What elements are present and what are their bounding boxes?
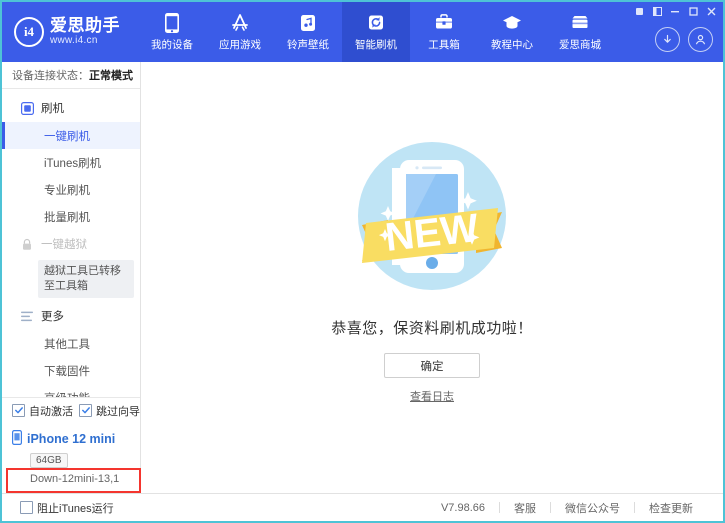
block-itunes-checkbox[interactable]: 阻止iTunes运行 bbox=[20, 500, 114, 516]
checkbox-label: 自动激活 bbox=[29, 403, 73, 419]
music-icon bbox=[298, 12, 318, 34]
sidebar-item-label: 高级功能 bbox=[44, 390, 90, 398]
checkbox-label: 跳过向导 bbox=[96, 403, 140, 419]
device-capacity-badge: 64GB bbox=[30, 453, 68, 468]
phone-icon bbox=[164, 12, 180, 34]
checkbox-box bbox=[12, 404, 25, 417]
checkbox-label: 阻止iTunes运行 bbox=[37, 500, 114, 516]
brand-url: www.i4.cn bbox=[50, 36, 120, 47]
toolbox-icon bbox=[433, 12, 455, 34]
sidebar-group-label: 一键越狱 bbox=[41, 236, 87, 252]
wechat-official-link[interactable]: 微信公众号 bbox=[551, 500, 634, 516]
sidebar-item-advanced-features[interactable]: 高级功能 bbox=[2, 384, 140, 397]
main-nav: 我的设备 应用游戏 bbox=[138, 2, 614, 62]
nav-label: 我的设备 bbox=[151, 37, 193, 52]
nav-item-toolbox[interactable]: 工具箱 bbox=[410, 2, 478, 62]
app-window: i4 爱思助手 www.i4.cn 我的设备 bbox=[0, 0, 725, 523]
nav-item-ringtones-wallpaper[interactable]: 铃声壁纸 bbox=[274, 2, 342, 62]
check-update-link[interactable]: 检查更新 bbox=[635, 500, 707, 516]
nav-item-tutorial-center[interactable]: 教程中心 bbox=[478, 2, 546, 62]
nav-item-smart-flash[interactable]: 智能刷机 bbox=[342, 2, 410, 62]
sidebar-group-more[interactable]: 更多 bbox=[2, 302, 140, 330]
nav-label: 智能刷机 bbox=[355, 37, 397, 52]
refresh-icon bbox=[366, 12, 386, 34]
close-icon[interactable] bbox=[703, 4, 719, 18]
sidebar-nav: 刷机 一键刷机 iTunes刷机 专业刷机 批量刷机 bbox=[2, 89, 140, 397]
flash-icon bbox=[20, 102, 34, 115]
flash-options-row: 自动激活 跳过向导 bbox=[2, 397, 140, 423]
skip-wizard-checkbox[interactable]: 跳过向导 bbox=[79, 403, 140, 419]
menu-icon[interactable] bbox=[649, 4, 665, 18]
phone-small-icon bbox=[12, 430, 22, 448]
device-status-value: 正常模式 bbox=[89, 67, 133, 83]
auto-activate-checkbox[interactable]: 自动激活 bbox=[12, 403, 73, 419]
i4-logo-icon: i4 bbox=[14, 17, 44, 47]
shop-icon bbox=[569, 12, 591, 34]
nav-label: 铃声壁纸 bbox=[287, 37, 329, 52]
sidebar-group-label: 刷机 bbox=[41, 100, 64, 116]
sidebar-item-label: iTunes刷机 bbox=[44, 155, 101, 171]
maximize-icon[interactable] bbox=[685, 4, 701, 18]
confirm-button[interactable]: 确定 bbox=[384, 353, 480, 378]
download-circle-icon[interactable] bbox=[655, 27, 680, 52]
nav-label: 教程中心 bbox=[491, 37, 533, 52]
nav-item-my-device[interactable]: 我的设备 bbox=[138, 2, 206, 62]
nav-label: 爱思商城 bbox=[559, 37, 601, 52]
status-bar: 阻止iTunes运行 V7.98.66 客服 微信公众号 检查更新 bbox=[2, 493, 723, 521]
device-status-label: 设备连接状态： bbox=[12, 67, 89, 83]
sidebar-item-label: 一键刷机 bbox=[44, 128, 90, 144]
brand-name: 爱思助手 bbox=[50, 17, 120, 35]
sidebar-item-label: 下载固件 bbox=[44, 363, 90, 379]
appstore-icon bbox=[229, 12, 251, 34]
nav-item-i4-store[interactable]: 爱思商城 bbox=[546, 2, 614, 62]
sidebar-item-label: 其他工具 bbox=[44, 336, 90, 352]
sidebar-group-label: 更多 bbox=[41, 308, 64, 324]
checkbox-box bbox=[20, 501, 33, 514]
jailbreak-moved-tooltip: 越狱工具已转移至工具箱 bbox=[38, 260, 134, 298]
sidebar-item-label: 专业刷机 bbox=[44, 182, 90, 198]
nav-label: 工具箱 bbox=[428, 37, 460, 52]
device-name: iPhone 12 mini bbox=[27, 432, 115, 446]
skin-icon[interactable] bbox=[631, 4, 647, 18]
view-log-link[interactable]: 查看日志 bbox=[410, 388, 454, 404]
success-message: 恭喜您，保资料刷机成功啦！ bbox=[331, 317, 533, 338]
list-icon bbox=[20, 311, 34, 322]
nav-label: 应用游戏 bbox=[219, 37, 261, 52]
graduation-icon bbox=[501, 12, 523, 34]
device-connection-status: 设备连接状态：正常模式 bbox=[2, 62, 140, 89]
app-header: i4 爱思助手 www.i4.cn 我的设备 bbox=[2, 2, 723, 62]
connected-device-info[interactable]: iPhone 12 mini 64GB Down-12mini-13,1 bbox=[2, 423, 140, 493]
sidebar-item-download-firmware[interactable]: 下载固件 bbox=[2, 357, 140, 384]
customer-service-link[interactable]: 客服 bbox=[500, 500, 550, 516]
user-circle-icon[interactable] bbox=[688, 27, 713, 52]
checkbox-box bbox=[79, 404, 92, 417]
main-content: NEW 恭喜您，保资料刷机成功啦！ 确定 查看日志 bbox=[141, 62, 723, 493]
logo-text: i4 bbox=[24, 24, 34, 40]
sidebar-group-jailbreak: 一键越狱 bbox=[2, 230, 140, 258]
window-controls bbox=[631, 4, 719, 18]
sidebar-item-other-tools[interactable]: 其他工具 bbox=[2, 330, 140, 357]
sidebar: 设备连接状态：正常模式 刷机 一键刷机 iTunes刷机 bbox=[2, 62, 141, 493]
sidebar-group-flash[interactable]: 刷机 bbox=[2, 94, 140, 122]
brand-logo: i4 爱思助手 www.i4.cn bbox=[2, 2, 132, 62]
lock-icon bbox=[20, 238, 34, 251]
new-badge-illustration: NEW bbox=[344, 128, 520, 307]
device-model: Down-12mini-13,1 bbox=[30, 473, 140, 485]
sidebar-item-batch-flash[interactable]: 批量刷机 bbox=[2, 203, 140, 230]
sidebar-item-label: 批量刷机 bbox=[44, 209, 90, 225]
sidebar-item-one-key-flash[interactable]: 一键刷机 bbox=[2, 122, 140, 149]
minimize-icon[interactable] bbox=[667, 4, 683, 18]
nav-item-apps-games[interactable]: 应用游戏 bbox=[206, 2, 274, 62]
sidebar-item-pro-flash[interactable]: 专业刷机 bbox=[2, 176, 140, 203]
app-version: V7.98.66 bbox=[427, 502, 499, 514]
sidebar-bottom: 自动激活 跳过向导 bbox=[2, 397, 140, 493]
sidebar-item-itunes-flash[interactable]: iTunes刷机 bbox=[2, 149, 140, 176]
